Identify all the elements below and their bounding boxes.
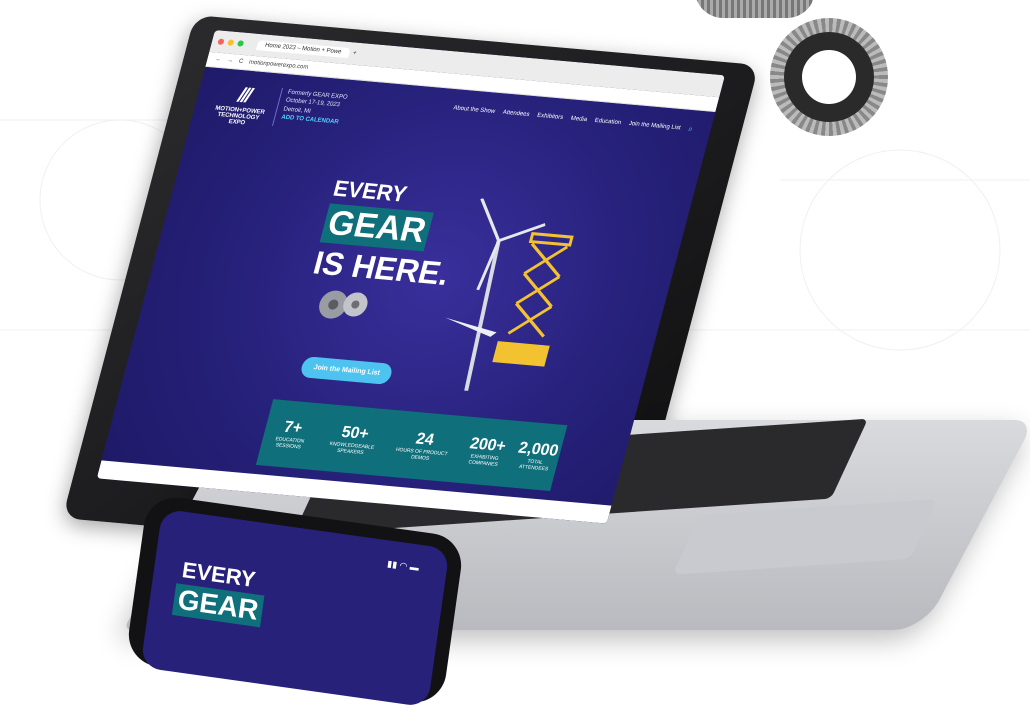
stat-number: 2,000	[516, 439, 561, 460]
event-info: Formerly GEAR EXPO October 17-19, 2023 D…	[272, 87, 349, 132]
url-text[interactable]: motionpowerexpo.com	[248, 60, 309, 71]
browser-tab[interactable]: Home 2023 – Motion + Powe	[255, 39, 351, 59]
back-icon[interactable]: ←	[214, 57, 221, 64]
stat-item: 24 HOURS OF PRODUCT DEMOS	[385, 428, 462, 464]
nav-attendees[interactable]: Attendees	[502, 110, 530, 118]
stat-item: 2,000 TOTAL ATTENDEES	[511, 439, 563, 473]
stat-item: 200+ EXHIBITING COMPANIES	[454, 434, 519, 469]
stat-item: 50+ KNOWLEDGEABLE SPEAKERS	[314, 422, 392, 458]
close-dot-icon[interactable]	[217, 38, 225, 45]
reload-icon[interactable]: C	[238, 59, 244, 65]
gears-image	[319, 290, 368, 319]
nav-about[interactable]: About the Show	[453, 105, 496, 115]
nav-mailing-list[interactable]: Join the Mailing List	[628, 121, 681, 132]
phone-status-icons: ▮▮ ◠ ▬	[386, 558, 420, 573]
maximize-dot-icon[interactable]	[236, 40, 245, 47]
nav-media[interactable]: Media	[570, 116, 588, 123]
nav-education[interactable]: Education	[594, 118, 622, 126]
brand-block: /// MOTION+POWER TECHNOLOGY EXPO Formerl…	[209, 82, 349, 132]
search-icon[interactable]: ⌕	[687, 124, 694, 134]
main-nav: About the Show Attendees Exhibitors Medi…	[452, 103, 694, 134]
website: /// MOTION+POWER TECHNOLOGY EXPO Formerl…	[96, 66, 716, 524]
site-logo[interactable]: /// MOTION+POWER TECHNOLOGY EXPO	[209, 82, 274, 126]
hero-headline: EVERY GEAR IS HERE.	[309, 175, 471, 293]
stat-item: 7+ EDUCATION SESSIONS	[261, 417, 323, 452]
forward-icon[interactable]: →	[226, 58, 233, 65]
join-mailing-list-button[interactable]: Join the Mailing List	[299, 356, 395, 385]
nav-exhibitors[interactable]: Exhibitors	[536, 113, 563, 121]
minimize-dot-icon[interactable]	[227, 39, 235, 46]
new-tab-icon[interactable]: +	[352, 50, 357, 56]
hero-gear: GEAR	[319, 203, 435, 252]
